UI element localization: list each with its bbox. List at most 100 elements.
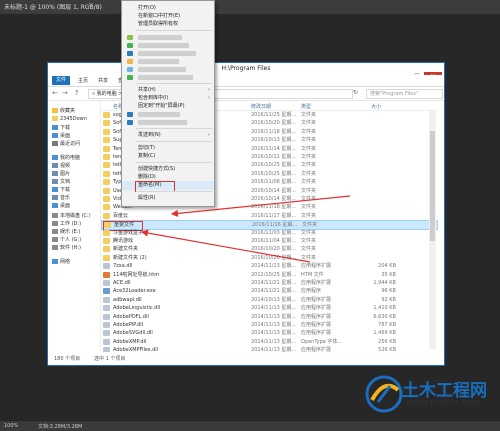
zoom-level[interactable]: 100% xyxy=(4,423,18,429)
file-row[interactable]: AdobePIP.dll 2014/11/13 星期... 应用程序扩展 787 KB xyxy=(101,321,436,329)
nav-item[interactable]: 桌面 xyxy=(52,202,70,209)
folder-icon xyxy=(103,238,110,244)
file-date: 2016/10/20 星期... xyxy=(251,246,297,253)
file-icon xyxy=(103,263,110,270)
nav-item[interactable]: 最近访问 xyxy=(52,140,80,147)
folder-icon xyxy=(103,170,110,177)
file-type: 文件夹 xyxy=(301,187,317,194)
drive-icon xyxy=(52,245,58,250)
nav-item[interactable]: 娱乐 (E:) xyxy=(52,228,80,235)
nav-item[interactable]: 音乐 xyxy=(52,194,70,201)
forward-arrow-icon[interactable]: → xyxy=(62,89,68,97)
menu-item[interactable]: 发送到(N) › xyxy=(122,131,214,140)
file-row[interactable]: 新建文件夹 2016/10/20 星期... 文件夹 xyxy=(101,245,436,253)
file-row[interactable]: AdobeSVGdll.dll 2014/11/13 星期... 应用程序扩展 1,4… xyxy=(101,329,436,337)
tab-home[interactable]: 主页 xyxy=(78,77,88,84)
scroll-thumb[interactable] xyxy=(430,131,435,241)
menu-item[interactable]: 属性(R) xyxy=(122,194,214,203)
file-name: Ace32Loader.exe xyxy=(113,288,156,295)
column-type[interactable]: 类型 xyxy=(301,103,311,110)
file-date: 2016/10/14 星期... xyxy=(251,187,297,194)
file-name: ACE.dll xyxy=(113,280,131,286)
folder-icon xyxy=(103,229,110,236)
nav-item-label: 视频 xyxy=(60,163,71,169)
nav-item-label: 网络 xyxy=(60,259,71,265)
file-type: 文件夹 xyxy=(301,229,317,236)
file-row[interactable]: 新建文件夹 (2) 2016/10/20 星期... 文件夹 xyxy=(101,254,436,262)
file-type: 文件夹 xyxy=(301,179,317,186)
nav-item[interactable]: 文档 xyxy=(52,178,70,185)
file-name: 新建文件夹 xyxy=(113,246,139,253)
file-row[interactable]: AdobeXMP.dll 2014/11/13 星期... OpenType 字体.… xyxy=(101,338,436,346)
app-icon xyxy=(127,43,133,48)
desktop-icon xyxy=(52,203,58,208)
vertical-scrollbar[interactable] xyxy=(429,111,436,349)
picture-icon xyxy=(52,171,58,176)
nav-item[interactable]: 图片 xyxy=(52,170,70,177)
file-row[interactable]: ACE.dll 2014/11/21 星期... 应用程序扩展 1,944 KB xyxy=(101,279,436,287)
close-icon[interactable]: × xyxy=(88,1,94,9)
file-row[interactable]: 腾讯游戏 2016/11/04 星期... 文件夹 xyxy=(101,237,436,245)
search-input[interactable]: 搜索"Program Files" xyxy=(366,89,443,99)
nav-item-label: 桌面 xyxy=(60,203,71,209)
file-type: 文件夹 xyxy=(301,112,317,118)
tab-share[interactable]: 共享 xyxy=(98,77,108,84)
menu-item[interactable]: 复制(C) xyxy=(122,152,214,161)
nav-item-label: 软件 (H:) xyxy=(60,245,81,251)
nav-item[interactable]: 2345Down xyxy=(52,116,87,122)
file-size: 96 KB xyxy=(381,288,396,295)
up-arrow-icon[interactable]: ↑ xyxy=(74,89,80,97)
file-row[interactable]: Ace32Loader.exe 2014/11/21 星期... 应用程序 96 KB xyxy=(101,287,436,295)
menu-item[interactable]: 管理员取得所有权 xyxy=(122,20,214,29)
folder-icon xyxy=(103,137,110,144)
menu-separator xyxy=(136,141,212,142)
menu-item-obscured[interactable] xyxy=(122,118,214,127)
file-row[interactable]: 7zxa.dll 2014/11/23 星期... 应用程序扩展 204 KB xyxy=(101,262,436,270)
nav-item[interactable]: 我的电脑 xyxy=(52,154,80,161)
nav-item[interactable]: 本地磁盘 (C:) xyxy=(52,212,91,219)
file-type: 应用程序扩展 xyxy=(301,322,332,328)
app-icon xyxy=(127,59,133,64)
file-type: 应用程序扩展 xyxy=(301,296,332,303)
nav-item-label: 娱乐 (E:) xyxy=(60,229,81,235)
nav-item[interactable]: 下载 xyxy=(52,124,70,131)
nav-item[interactable]: 下载 xyxy=(52,186,70,193)
nav-item-label: 本地磁盘 (C:) xyxy=(60,213,91,219)
file-type: 应用程序扩展 xyxy=(301,280,332,286)
file-name: AdobeSVGdll.dll xyxy=(113,330,153,337)
file-date: 2014/11/21 星期... xyxy=(251,288,297,295)
file-icon xyxy=(103,296,110,303)
menu-item[interactable]: 重命名(M) xyxy=(122,181,214,192)
file-row[interactable]: 114啦网址导航.htm 2012/10/25 星期... HTM 文件 35 KB xyxy=(101,271,436,279)
file-row[interactable]: AdobePDFL.dll 2014/11/13 星期... 应用程序扩展 6,630… xyxy=(101,313,436,321)
column-date[interactable]: 修改日期 xyxy=(251,103,271,110)
computer-icon xyxy=(52,155,58,160)
nav-item[interactable]: 桌面 xyxy=(52,132,70,139)
file-row[interactable]: 斗鱼游戏盒子 2016/11/03 星期... 文件夹 xyxy=(101,229,436,237)
refresh-icon[interactable]: ↻ xyxy=(353,89,358,96)
obscured-label xyxy=(138,67,186,72)
menu-item-label: 属性(R) xyxy=(138,195,156,201)
menu-separator xyxy=(136,30,212,31)
file-tab[interactable]: 文件 xyxy=(52,76,70,85)
file-row[interactable]: adbwapi.dll 2014/10/13 星期... 应用程序扩展 92 KB xyxy=(101,296,436,304)
file-row[interactable]: AdobeLinguistic.dll 2014/11/13 星期... 应用程序扩… xyxy=(101,304,436,312)
file-type: 文件夹 xyxy=(301,254,317,261)
nav-item[interactable]: 网络 xyxy=(52,258,70,265)
file-date: 2016/11/18 星期... xyxy=(251,204,297,211)
menu-item-obscured[interactable] xyxy=(122,73,214,82)
star-icon xyxy=(52,108,58,113)
ribbon-tabs: 文件 主页 共享 查看 xyxy=(48,75,444,87)
column-size[interactable]: 大小 xyxy=(371,103,381,110)
nav-item[interactable]: 视频 xyxy=(52,162,70,169)
back-arrow-icon[interactable]: ← xyxy=(52,89,58,97)
nav-item[interactable]: 工作 (D:) xyxy=(52,220,81,227)
file-row[interactable]: 百度云 2016/11/17 星期... 文件夹 xyxy=(101,212,436,220)
nav-item[interactable]: 个人 (G:) xyxy=(52,236,81,243)
nav-item[interactable]: 软件 (H:) xyxy=(52,244,81,251)
nav-item[interactable]: 收藏夹 xyxy=(52,107,75,114)
file-date: 2016/11/14 星期... xyxy=(251,145,297,152)
obscured-label xyxy=(138,112,180,117)
file-type: 文件夹 xyxy=(301,128,317,135)
file-date: 2016/10/20 星期... xyxy=(251,254,297,261)
